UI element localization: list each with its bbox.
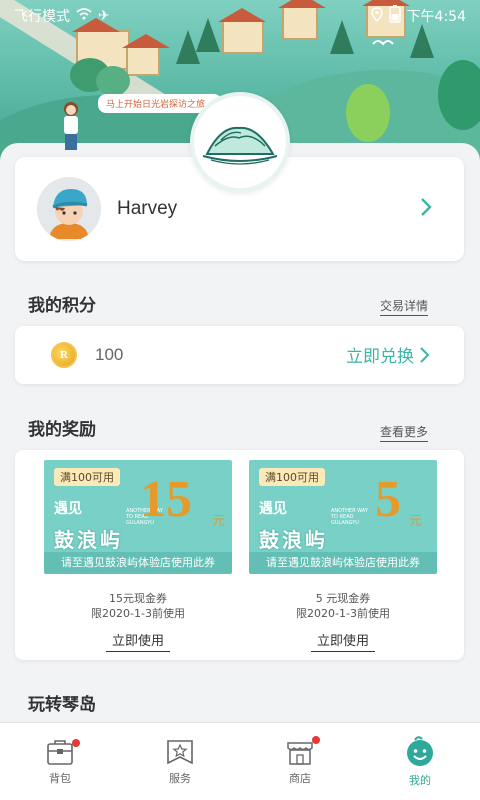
tab-label: 服务: [169, 771, 191, 785]
coupon-usage-note: 请至遇见鼓浪屿体验店使用此券: [249, 552, 437, 574]
points-title: 我的积分: [28, 296, 96, 316]
coupon-expiry: 限2020-1-3前使用: [91, 607, 185, 620]
tab-store[interactable]: 商店: [240, 723, 360, 800]
coupon-logo-top: 遇见: [54, 501, 82, 517]
coupon-unit: 元: [212, 514, 226, 529]
coupon-amount: 15: [140, 471, 192, 528]
explore-title: 玩转琴岛: [28, 695, 96, 715]
service-icon: [167, 739, 193, 764]
island-badge: [190, 92, 290, 192]
chevron-right-icon[interactable]: [420, 197, 432, 221]
redeem-button[interactable]: 立即兑换: [346, 342, 430, 367]
view-more-link[interactable]: 查看更多: [379, 423, 428, 442]
user-name: Harvey: [117, 198, 178, 219]
coupon-logo-main: 鼓浪屿: [54, 528, 123, 552]
tab-label: 我的: [409, 773, 431, 787]
profile-icon: [407, 735, 433, 766]
points-value: 100: [95, 345, 124, 364]
clock: 下午4:54: [406, 9, 466, 25]
coupon-unit: 元: [409, 514, 423, 529]
points-card: R 100 立即兑换: [15, 326, 464, 384]
coupon-card[interactable]: 满100可用 遇见 鼓浪屿 ANOTHER WAY TO READ GULANG…: [249, 460, 437, 574]
store-icon: [287, 741, 313, 765]
use-now-button[interactable]: 立即使用: [44, 630, 232, 652]
tab-service[interactable]: 服务: [120, 723, 240, 800]
wifi-icon: [76, 8, 92, 24]
island-icon: [202, 126, 278, 165]
coupon-condition-tag: 满100可用: [54, 468, 120, 486]
bottom-tab-bar: 背包 服务 商店 我的: [0, 722, 480, 800]
backpack-icon: [47, 739, 73, 765]
airplane-mode-label: 飞行模式: [14, 9, 70, 25]
tab-profile[interactable]: 我的: [360, 723, 480, 800]
coupon-card[interactable]: 满100可用 遇见 鼓浪屿 ANOTHER WAY TO READ GULANG…: [44, 460, 232, 574]
tourist-illustration: [64, 102, 78, 150]
coupon-amount: 5: [375, 471, 401, 528]
battery-icon: [388, 5, 401, 27]
rewards-card: 满100可用 遇见 鼓浪屿 ANOTHER WAY TO READ GULANG…: [15, 450, 464, 660]
use-now-button[interactable]: 立即使用: [249, 630, 437, 652]
rewards-title: 我的奖励: [28, 420, 96, 440]
coupon-tagline: ANOTHER WAY TO READ GULANGYU: [331, 508, 368, 526]
tab-backpack[interactable]: 背包: [0, 723, 120, 800]
tab-label: 背包: [49, 771, 71, 785]
transaction-details-link[interactable]: 交易详情: [379, 297, 428, 316]
avatar: [37, 177, 101, 241]
coin-icon: R: [51, 342, 77, 368]
coupon-logo-top: 遇见: [259, 501, 287, 517]
coupon-condition-tag: 满100可用: [259, 468, 325, 486]
location-icon: [370, 6, 383, 26]
coupon-name: 5 元现金券: [315, 592, 371, 605]
status-bar: 飞行模式 ✈ 下午4:54: [0, 0, 480, 32]
notification-dot: [72, 739, 80, 747]
airplane-icon: ✈: [98, 8, 110, 24]
coupon-expiry: 限2020-1-3前使用: [296, 607, 390, 620]
coupon-logo-main: 鼓浪屿: [259, 528, 328, 552]
coupon-name: 15元现金券: [109, 592, 167, 605]
use-now-label: 立即使用: [105, 634, 170, 652]
coupon-usage-note: 请至遇见鼓浪屿体验店使用此券: [44, 552, 232, 574]
use-now-label: 立即使用: [310, 634, 375, 652]
chevron-right-icon: [420, 346, 430, 363]
tab-label: 商店: [289, 771, 311, 785]
notification-dot: [312, 736, 320, 744]
redeem-label: 立即兑换: [346, 347, 414, 367]
